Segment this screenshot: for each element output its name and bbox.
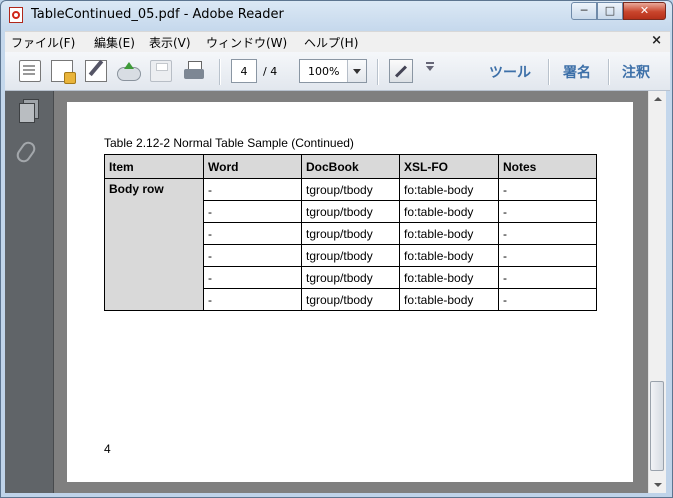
- pdf-options-icon[interactable]: [51, 60, 76, 84]
- maximize-button[interactable]: □: [597, 2, 623, 20]
- print-icon[interactable]: [183, 60, 205, 82]
- window-title: TableContinued_05.pdf - Adobe Reader: [31, 7, 284, 22]
- edit-icon[interactable]: [85, 60, 107, 82]
- document-view[interactable]: Table 2.12-2 Normal Table Sample (Contin…: [54, 91, 648, 493]
- menu-edit[interactable]: 編集(E): [94, 34, 135, 51]
- column-header: Word: [203, 154, 302, 179]
- page-total: / 4: [263, 65, 278, 78]
- toolbar: 4 / 4 100% ツール 署名 注釈: [5, 52, 670, 91]
- table-cell: fo:table-body: [399, 266, 499, 289]
- column-header: DocBook: [301, 154, 400, 179]
- pages-icon[interactable]: [19, 99, 39, 123]
- minimize-button[interactable]: ─: [571, 2, 597, 20]
- title-bar[interactable]: TableContinued_05.pdf - Adobe Reader ─ □…: [1, 1, 672, 29]
- pdf-file-icon: [9, 7, 23, 23]
- menu-help[interactable]: ヘルプ(H): [304, 34, 358, 51]
- table-cell: -: [203, 178, 302, 201]
- fit-page-icon[interactable]: [389, 59, 413, 83]
- table-cell: tgroup/tbody: [301, 178, 400, 201]
- table-cell: tgroup/tbody: [301, 288, 400, 311]
- table-cell: -: [498, 200, 597, 223]
- column-header: Notes: [498, 154, 597, 179]
- table-cell: tgroup/tbody: [301, 266, 400, 289]
- window-controls: ─ □ ✕: [571, 2, 666, 21]
- menu-window[interactable]: ウィンドウ(W): [206, 34, 287, 51]
- zoom-value: 100%: [308, 65, 340, 78]
- toolbar-divider: [548, 59, 549, 85]
- comment-button[interactable]: 注釈: [622, 62, 650, 82]
- save-icon[interactable]: [150, 60, 172, 82]
- toolbar-divider: [608, 59, 609, 85]
- menu-file[interactable]: ファイル(F): [11, 34, 75, 51]
- document-close-button[interactable]: ×: [651, 33, 662, 48]
- table-cell: -: [498, 288, 597, 311]
- table-cell: -: [498, 266, 597, 289]
- table-cell: -: [498, 178, 597, 201]
- attachment-icon[interactable]: [13, 138, 39, 166]
- table-cell: -: [203, 266, 302, 289]
- chevron-down-icon[interactable]: [347, 60, 366, 82]
- table-cell: -: [203, 288, 302, 311]
- scroll-thumb[interactable]: [650, 381, 664, 471]
- table-row: Body row - tgroup/tbody fo:table-body -: [104, 178, 597, 311]
- table-cell: -: [203, 244, 302, 267]
- table-cell: fo:table-body: [399, 200, 499, 223]
- table-cell: fo:table-body: [399, 244, 499, 267]
- table-cell: -: [498, 244, 597, 267]
- zoom-select[interactable]: 100%: [299, 59, 367, 83]
- pdf-page: Table 2.12-2 Normal Table Sample (Contin…: [67, 102, 633, 482]
- table-cell: fo:table-body: [399, 178, 499, 201]
- create-pdf-icon[interactable]: [19, 60, 41, 82]
- tools-button[interactable]: ツール: [489, 62, 531, 82]
- sign-button[interactable]: 署名: [563, 62, 591, 82]
- more-icon[interactable]: [426, 62, 434, 71]
- table-cell: fo:table-body: [399, 222, 499, 245]
- table-caption: Table 2.12-2 Normal Table Sample (Contin…: [104, 136, 354, 150]
- scroll-down-icon[interactable]: [649, 476, 666, 493]
- toolbar-divider: [219, 59, 220, 85]
- row-label: Body row: [104, 178, 204, 311]
- navigation-pane: [5, 91, 54, 493]
- table-cell: tgroup/tbody: [301, 244, 400, 267]
- column-header: Item: [104, 154, 204, 179]
- data-table: Item Word DocBook XSL-FO Notes Body row …: [104, 154, 597, 311]
- close-button[interactable]: ✕: [623, 2, 666, 20]
- table-cell: -: [203, 200, 302, 223]
- vertical-scrollbar[interactable]: [648, 91, 666, 493]
- page-number: 4: [104, 442, 111, 456]
- menu-view[interactable]: 表示(V): [149, 34, 191, 51]
- page-number-input[interactable]: 4: [231, 59, 257, 83]
- table-cell: fo:table-body: [399, 288, 499, 311]
- scroll-up-icon[interactable]: [649, 91, 666, 108]
- cloud-upload-icon[interactable]: [117, 60, 141, 82]
- table-cell: tgroup/tbody: [301, 222, 400, 245]
- table-header-row: Item Word DocBook XSL-FO Notes: [104, 154, 597, 179]
- menu-bar: ファイル(F) 編集(E) 表示(V) ウィンドウ(W) ヘルプ(H) ×: [5, 31, 670, 52]
- table-cell: -: [498, 222, 597, 245]
- table-cell: tgroup/tbody: [301, 200, 400, 223]
- toolbar-divider: [377, 59, 378, 85]
- table-cell: -: [203, 222, 302, 245]
- column-header: XSL-FO: [399, 154, 499, 179]
- app-window: TableContinued_05.pdf - Adobe Reader ─ □…: [0, 0, 673, 498]
